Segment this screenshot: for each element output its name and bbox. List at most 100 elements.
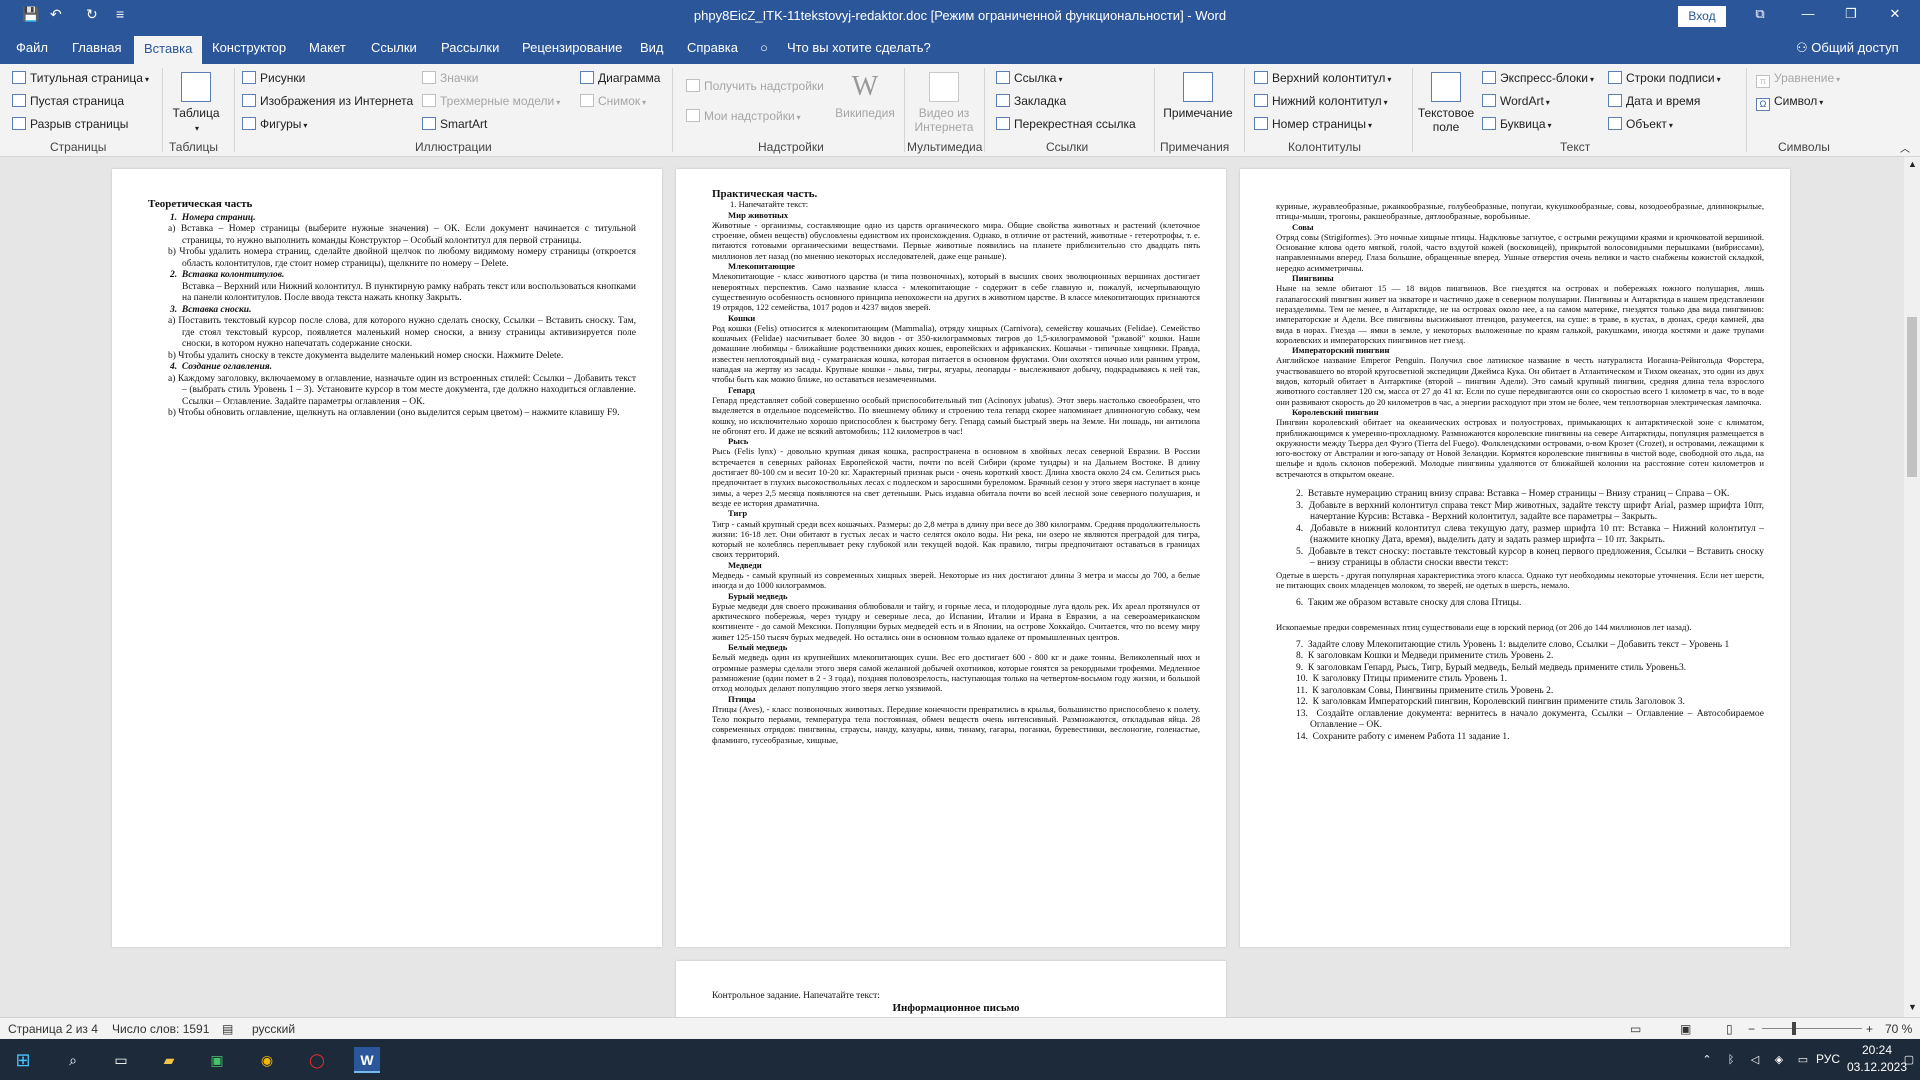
tab-design[interactable]: Конструктор xyxy=(212,40,286,55)
signature-line-button[interactable]: Строки подписи ▾ xyxy=(1608,71,1721,85)
3d-models-button[interactable]: Трехмерные модели ▾ xyxy=(422,94,560,108)
get-addins-button[interactable]: Получить надстройки xyxy=(686,79,824,93)
chrome-icon[interactable]: ◉ xyxy=(254,1047,280,1073)
document-area[interactable]: Теоретическая часть 1. Номера страниц. a… xyxy=(0,157,1904,1017)
comment-icon xyxy=(1183,72,1213,102)
header-button[interactable]: Верхний колонтитул ▾ xyxy=(1254,71,1391,85)
tab-references[interactable]: Ссылки xyxy=(371,40,417,55)
page-count[interactable]: Страница 2 из 4 xyxy=(8,1022,98,1036)
store-icon[interactable]: ▣ xyxy=(204,1047,230,1073)
clock-date[interactable]: 03.12.2023 xyxy=(1846,1060,1908,1074)
windows-start-icon[interactable]: ⊞ xyxy=(10,1047,36,1073)
zoom-slider[interactable] xyxy=(1762,1028,1862,1029)
vertical-scrollbar[interactable]: ▲ ▼ xyxy=(1904,157,1920,1017)
print-layout-icon[interactable]: ▣ xyxy=(1680,1022,1691,1036)
shapes-button[interactable]: Фигуры ▾ xyxy=(242,117,307,131)
tab-mailings[interactable]: Рассылки xyxy=(441,40,499,55)
list-item: 2. Вставьте нумерацию страниц внизу спра… xyxy=(1276,489,1764,501)
smartart-button[interactable]: SmartArt xyxy=(422,117,487,131)
list-number: 7. xyxy=(1296,639,1304,650)
bluetooth-icon[interactable]: ᛒ xyxy=(1718,1047,1744,1073)
share-button[interactable]: ⚇ Общий доступ xyxy=(1796,40,1899,56)
blank-page-button[interactable]: Пустая страница xyxy=(12,94,124,108)
paragraph: Гепард представляет собой совершенно осо… xyxy=(712,394,1200,436)
read-mode-icon[interactable]: ▭ xyxy=(1630,1022,1641,1036)
pictures-button[interactable]: Рисунки xyxy=(242,71,305,85)
tab-review[interactable]: Рецензирование xyxy=(522,40,622,55)
tell-me-search[interactable]: Что вы хотите сделать? xyxy=(787,40,931,55)
tab-file[interactable]: Файл xyxy=(16,40,48,55)
page-break-button[interactable]: Разрыв страницы xyxy=(12,117,128,131)
list-item: 8. К заголовкам Кошки и Медведи применит… xyxy=(1276,651,1764,663)
scrollbar-thumb[interactable] xyxy=(1907,317,1917,477)
drop-cap-button[interactable]: Буквица ▾ xyxy=(1482,117,1552,131)
task-view-icon[interactable]: ▭ xyxy=(108,1047,134,1073)
tab-insert[interactable]: Вставка xyxy=(134,36,203,64)
get-addins-label: Получить надстройки xyxy=(704,79,824,93)
scroll-up-icon[interactable]: ▲ xyxy=(1908,159,1917,169)
3d-models-label: Трехмерные модели xyxy=(440,94,555,108)
zoom-slider-thumb[interactable] xyxy=(1792,1022,1796,1035)
close-icon[interactable]: ✕ xyxy=(1880,6,1910,22)
language[interactable]: русский xyxy=(252,1022,295,1036)
blank-page-icon xyxy=(12,94,26,107)
object-icon xyxy=(1608,117,1622,130)
wikipedia-button[interactable]: W Википедия xyxy=(832,72,898,121)
tray-chevron-icon[interactable]: ⌃ xyxy=(1694,1047,1720,1073)
my-addins-button[interactable]: Мои надстройки ▾ xyxy=(686,109,801,123)
tab-home[interactable]: Главная xyxy=(72,40,121,55)
zoom-in-icon[interactable]: + xyxy=(1866,1022,1873,1036)
clock-time[interactable]: 20:24 xyxy=(1852,1043,1902,1057)
minimize-icon[interactable]: — xyxy=(1793,6,1823,21)
page-3[interactable]: куриные, журавлеобразные, ржанкообразные… xyxy=(1240,169,1790,947)
ribbon-display-icon[interactable]: ⧉ xyxy=(1745,6,1775,22)
word-count[interactable]: Число слов: 1591 xyxy=(112,1022,209,1036)
link-button[interactable]: Ссылка ▾ xyxy=(996,71,1063,85)
footer-button[interactable]: Нижний колонтитул ▾ xyxy=(1254,94,1388,108)
scroll-down-icon[interactable]: ▼ xyxy=(1908,1002,1917,1012)
online-video-button[interactable]: Видео из Интернета xyxy=(908,72,980,134)
symbol-button[interactable]: Ω Символ ▾ xyxy=(1756,94,1823,111)
wordart-button[interactable]: WordArt ▾ xyxy=(1482,94,1550,108)
page-2[interactable]: Практическая часть. 1. Напечатайте текст… xyxy=(676,169,1226,947)
page-1[interactable]: Теоретическая часть 1. Номера страниц. a… xyxy=(112,169,662,947)
login-button[interactable]: Вход xyxy=(1678,6,1726,27)
list-item: 9. К заголовкам Гепард, Рысь, Тигр, Буры… xyxy=(1276,663,1764,675)
tab-view[interactable]: Вид xyxy=(640,40,664,55)
drop-cap-label: Буквица xyxy=(1500,117,1546,131)
comment-button[interactable]: Примечание xyxy=(1156,72,1240,120)
speaker-icon[interactable]: ◁ xyxy=(1742,1047,1768,1073)
online-pictures-button[interactable]: Изображения из Интернета xyxy=(242,94,413,108)
cover-page-button[interactable]: Титульная страница ▾ xyxy=(12,71,149,85)
word-taskbar-icon[interactable]: W xyxy=(354,1047,380,1073)
collapse-ribbon-icon[interactable]: ︿ xyxy=(1900,140,1910,155)
tab-help[interactable]: Справка xyxy=(687,40,738,55)
date-time-button[interactable]: Дата и время xyxy=(1608,94,1700,108)
input-language[interactable]: РУС xyxy=(1812,1052,1844,1066)
opera-icon[interactable]: ◯ xyxy=(304,1047,330,1073)
equation-button[interactable]: π Уравнение ▾ xyxy=(1756,71,1840,88)
page-number-button[interactable]: Номер страницы ▾ xyxy=(1254,117,1372,131)
bookmark-button[interactable]: Закладка xyxy=(996,94,1066,108)
table-button[interactable]: Таблица ▾ xyxy=(168,72,224,136)
network-icon[interactable]: ◈ xyxy=(1766,1047,1792,1073)
page-4[interactable]: Контрольное задание. Напечатайте текст: … xyxy=(676,961,1226,1017)
file-explorer-icon[interactable]: ▰ xyxy=(156,1047,182,1073)
chart-button[interactable]: Диаграмма xyxy=(580,71,660,85)
screenshot-button[interactable]: Снимок ▾ xyxy=(580,94,646,108)
list-item: 12. К заголовкам Императорский пингвин, … xyxy=(1276,697,1764,709)
zoom-level[interactable]: 70 % xyxy=(1885,1022,1912,1036)
tab-layout[interactable]: Макет xyxy=(309,40,346,55)
web-layout-icon[interactable]: ▯ xyxy=(1726,1022,1733,1036)
quick-parts-button[interactable]: Экспресс-блоки ▾ xyxy=(1482,71,1594,85)
object-button[interactable]: Объект ▾ xyxy=(1608,117,1673,131)
cross-reference-button[interactable]: Перекрестная ссылка xyxy=(996,117,1136,131)
maximize-icon[interactable]: ❐ xyxy=(1836,6,1866,22)
zoom-out-icon[interactable]: − xyxy=(1748,1022,1755,1036)
notification-icon[interactable]: ▢ xyxy=(1900,1047,1918,1073)
search-icon[interactable]: ⌕ xyxy=(60,1047,86,1073)
proofing-icon[interactable]: ▤ xyxy=(222,1022,233,1036)
text-box-button[interactable]: Текстовое поле xyxy=(1414,72,1478,134)
chevron-down-icon: ▾ xyxy=(796,113,801,122)
icons-button[interactable]: Значки xyxy=(422,71,479,85)
